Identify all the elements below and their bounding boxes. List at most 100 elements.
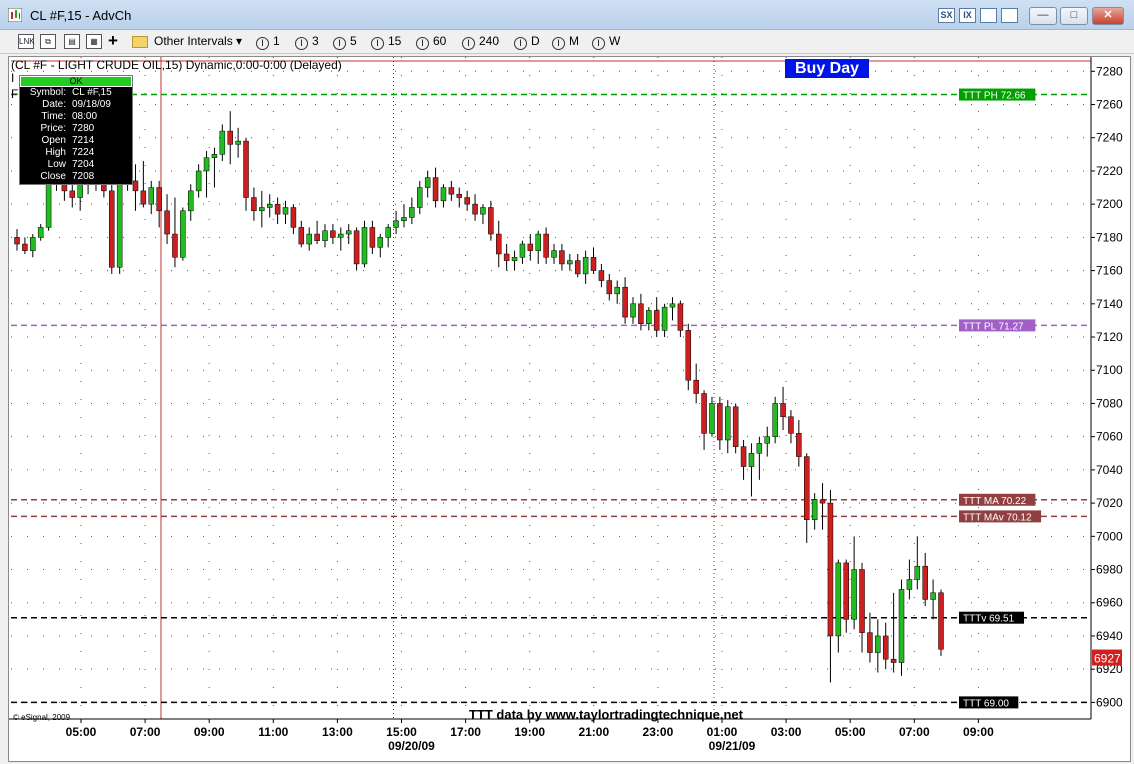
candle-body [503, 253, 510, 261]
close-button[interactable]: ✕ [1092, 7, 1124, 25]
candle-body [527, 243, 534, 251]
candle-body [669, 303, 676, 308]
y-tick-label: 7060 [1096, 430, 1123, 444]
candle-body [606, 280, 613, 295]
candle-body [661, 306, 668, 331]
candle-body [282, 207, 289, 215]
candle-body [693, 379, 699, 394]
add-icon[interactable]: + [108, 31, 118, 51]
chart-panel[interactable]: TTT PH 72.66 TTT PL 71.27 TTT MA 70.22 TTT … [8, 56, 1131, 762]
candle-body [180, 210, 186, 258]
x-tick-label: 05:00 [835, 725, 866, 739]
candle-body [914, 565, 921, 580]
info-value: 7214 [72, 135, 95, 146]
info-value: CL #F,15 [72, 87, 112, 98]
y-tick-label: 7160 [1096, 264, 1123, 278]
interval-1[interactable]: I1 [256, 34, 280, 50]
info-key: Close [40, 171, 66, 182]
info-row: Close 7208 [20, 171, 132, 183]
candle-body [45, 177, 52, 228]
candle-body [448, 187, 455, 195]
candle-body [361, 227, 368, 265]
info-ok-button[interactable]: OK [20, 76, 132, 87]
candle-body [274, 203, 281, 215]
side-letter-i: I [11, 71, 15, 85]
interval-240[interactable]: I 240 [462, 34, 499, 50]
interval-60[interactable]: I 60 [416, 34, 446, 50]
info-value: 7224 [72, 147, 95, 158]
candlestick-chart[interactable]: TTT PH 72.66 TTT PL 71.27 TTT MA 70.22 TTT … [9, 57, 1131, 761]
candle-body [598, 270, 605, 281]
candle-body [811, 499, 818, 520]
candle-body [898, 589, 905, 663]
interval-w[interactable]: IW [592, 34, 620, 50]
interval-d[interactable]: ID [514, 34, 540, 50]
candle-body [622, 286, 628, 318]
candle-body [638, 303, 644, 324]
candle-body [306, 233, 312, 245]
candle-body [574, 260, 581, 275]
candle-body [567, 260, 573, 265]
toolbar: LNK ⧉ ▤ ▦ + Other Intervals ▾ I1 I3 I5 I… [0, 30, 1134, 54]
candle-body [330, 230, 336, 238]
candle-body [646, 310, 652, 324]
candle-body [61, 183, 68, 192]
candle-body [495, 233, 502, 255]
maximize-button[interactable]: □ [1060, 7, 1088, 25]
candle-body [243, 140, 249, 198]
properties-icon[interactable]: ▦ [86, 34, 102, 49]
interval-5[interactable]: I5 [333, 34, 357, 50]
candle-body [432, 177, 439, 202]
info-key: Time: [41, 111, 66, 122]
candle-body [30, 237, 36, 251]
x-tick-label: 15:00 [386, 725, 417, 739]
interval-15[interactable]: I 15 [371, 34, 401, 50]
candle-body [266, 203, 273, 208]
info-row: Time: 08:00 [20, 111, 132, 123]
candle-body [717, 403, 723, 441]
interval-m[interactable]: IM [552, 34, 579, 50]
window-tile-icon[interactable] [1001, 8, 1018, 23]
date-label: 09/21/09 [709, 739, 756, 753]
interval-3[interactable]: I3 [295, 34, 319, 50]
candle-body [653, 310, 660, 331]
candle-body [101, 183, 107, 192]
x-tick-label: 23:00 [643, 725, 674, 739]
candle-body [630, 303, 636, 318]
window-layout-icon[interactable] [980, 8, 997, 23]
link-icon[interactable]: LNK [18, 34, 35, 49]
minimize-button[interactable]: — [1029, 7, 1057, 25]
candle-body [938, 592, 944, 650]
watermark-text: TTT data by www.taylortradingtechnique.n… [469, 707, 743, 722]
paste-icon[interactable]: ▤ [64, 34, 80, 49]
info-key: High [45, 147, 66, 158]
folder-icon[interactable] [132, 36, 148, 48]
candle-body [440, 187, 447, 202]
candle-body [132, 180, 139, 192]
candle-body [756, 443, 763, 454]
date-label: 09/20/09 [388, 739, 435, 753]
copy-icon[interactable]: ⧉ [40, 34, 56, 49]
candle-body [882, 635, 889, 660]
info-key: Date: [42, 99, 66, 110]
candle-body [582, 257, 589, 275]
level-label: TTT MAv 70.12 [963, 512, 1032, 523]
candle-body [725, 406, 731, 441]
x-tick-label: 11:00 [258, 725, 288, 739]
candle-body [172, 233, 178, 258]
other-intervals-dropdown[interactable]: Other Intervals ▾ [154, 34, 242, 48]
sx-button[interactable]: SX [938, 8, 955, 23]
y-tick-label: 7000 [1096, 529, 1123, 543]
candle-body [796, 433, 802, 457]
y-tick-label: 6940 [1096, 629, 1123, 643]
candle-body [748, 453, 755, 467]
candle-body [535, 233, 541, 251]
candle-body [543, 233, 549, 258]
candle-body [14, 237, 20, 245]
candle-body [559, 250, 565, 265]
y-tick-label: 7180 [1096, 230, 1123, 244]
ix-button[interactable]: IX [959, 8, 976, 23]
x-tick-label: 09:00 [963, 725, 994, 739]
info-row: High 7224 [20, 147, 132, 159]
chart-header: (CL #F - LIGHT CRUDE OIL,15) Dynamic,0:0… [11, 58, 342, 72]
